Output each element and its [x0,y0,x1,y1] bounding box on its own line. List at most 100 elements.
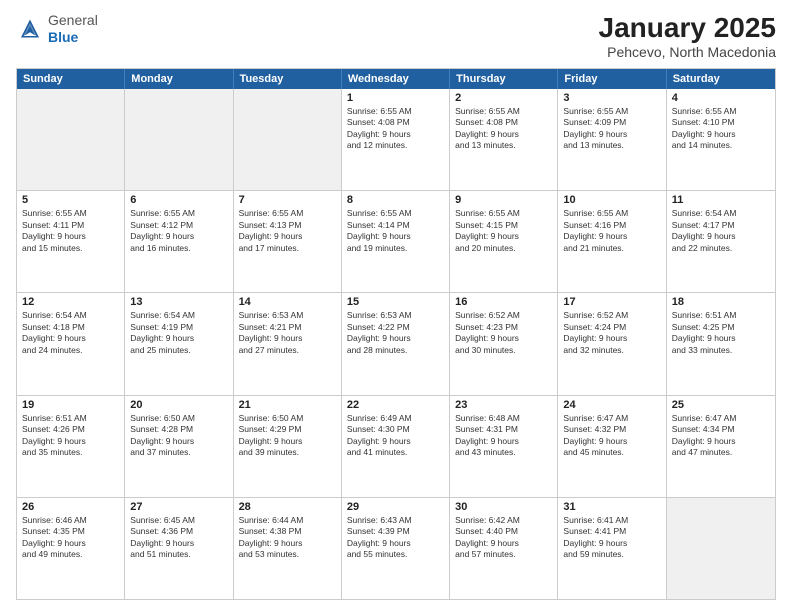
day-info: Sunrise: 6:55 AM Sunset: 4:08 PM Dayligh… [455,106,552,152]
calendar: SundayMondayTuesdayWednesdayThursdayFrid… [16,68,776,600]
calendar-cell: 26 Sunrise: 6:46 AM Sunset: 4:35 PM Dayli… [17,498,125,599]
calendar-day-header: Monday [125,69,233,89]
day-info: Sunrise: 6:55 AM Sunset: 4:10 PM Dayligh… [672,106,770,152]
calendar-cell: 5Sunrise: 6:55 AM Sunset: 4:11 PM Daylig… [17,191,125,292]
day-number: 22 [347,399,444,411]
day-info: Sunrise: 6:44 AM Sunset: 4:38 PM Dayligh… [239,515,336,561]
calendar-cell: 20 Sunrise: 6:50 AM Sunset: 4:28 PM Dayli… [125,396,233,497]
calendar-cell: 23 Sunrise: 6:48 AM Sunset: 4:31 PM Dayli… [450,396,558,497]
calendar-cell: 31Sunrise: 6:41 AM Sunset: 4:41 PM Dayli… [558,498,666,599]
calendar-cell: 1Sunrise: 6:55 AM Sunset: 4:08 PM Daylig… [342,89,450,190]
calendar-week-row: 5Sunrise: 6:55 AM Sunset: 4:11 PM Daylig… [17,191,775,293]
calendar-cell: 4 Sunrise: 6:55 AM Sunset: 4:10 PM Daylig… [667,89,775,190]
day-info: Sunrise: 6:42 AM Sunset: 4:40 PM Dayligh… [455,515,552,561]
logo-text: General Blue [48,12,98,46]
day-number: 13 [130,296,227,308]
day-number: 6 [130,194,227,206]
calendar-day-header: Tuesday [234,69,342,89]
logo: General Blue [16,12,98,46]
day-number: 10 [563,194,660,206]
day-info: Sunrise: 6:53 AM Sunset: 4:22 PM Dayligh… [347,310,444,356]
calendar-day-header: Sunday [17,69,125,89]
calendar-cell: 13 Sunrise: 6:54 AM Sunset: 4:19 PM Dayli… [125,293,233,394]
calendar-day-header: Friday [558,69,666,89]
day-info: Sunrise: 6:51 AM Sunset: 4:25 PM Dayligh… [672,310,770,356]
day-number: 14 [239,296,336,308]
day-info: Sunrise: 6:48 AM Sunset: 4:31 PM Dayligh… [455,413,552,459]
day-number: 9 [455,194,552,206]
calendar-cell: 29 Sunrise: 6:43 AM Sunset: 4:39 PM Dayli… [342,498,450,599]
day-info: Sunrise: 6:46 AM Sunset: 4:35 PM Dayligh… [22,515,119,561]
day-number: 25 [672,399,770,411]
calendar-day-header: Saturday [667,69,775,89]
day-info: Sunrise: 6:49 AM Sunset: 4:30 PM Dayligh… [347,413,444,459]
calendar-cell: 10 Sunrise: 6:55 AM Sunset: 4:16 PM Dayli… [558,191,666,292]
day-info: Sunrise: 6:55 AM Sunset: 4:16 PM Dayligh… [563,208,660,254]
day-number: 29 [347,501,444,513]
page-subtitle: Pehcevo, North Macedonia [599,44,776,60]
calendar-cell: 14 Sunrise: 6:53 AM Sunset: 4:21 PM Dayli… [234,293,342,394]
day-number: 20 [130,399,227,411]
calendar-week-row: 1Sunrise: 6:55 AM Sunset: 4:08 PM Daylig… [17,89,775,191]
calendar-cell-empty [125,89,233,190]
day-number: 18 [672,296,770,308]
day-number: 30 [455,501,552,513]
day-info: Sunrise: 6:55 AM Sunset: 4:09 PM Dayligh… [563,106,660,152]
day-number: 3 [563,92,660,104]
day-number: 8 [347,194,444,206]
calendar-cell: 8Sunrise: 6:55 AM Sunset: 4:14 PM Daylig… [342,191,450,292]
page-title: January 2025 [599,12,776,44]
day-info: Sunrise: 6:43 AM Sunset: 4:39 PM Dayligh… [347,515,444,561]
day-number: 24 [563,399,660,411]
day-number: 31 [563,501,660,513]
day-number: 28 [239,501,336,513]
logo-blue: Blue [48,29,98,46]
day-number: 16 [455,296,552,308]
calendar-day-header: Wednesday [342,69,450,89]
day-info: Sunrise: 6:54 AM Sunset: 4:17 PM Dayligh… [672,208,770,254]
calendar-cell: 7 Sunrise: 6:55 AM Sunset: 4:13 PM Daylig… [234,191,342,292]
day-info: Sunrise: 6:52 AM Sunset: 4:23 PM Dayligh… [455,310,552,356]
day-info: Sunrise: 6:55 AM Sunset: 4:08 PM Dayligh… [347,106,444,152]
day-number: 23 [455,399,552,411]
calendar-cell: 16 Sunrise: 6:52 AM Sunset: 4:23 PM Dayli… [450,293,558,394]
calendar-cell: 12Sunrise: 6:54 AM Sunset: 4:18 PM Dayli… [17,293,125,394]
day-info: Sunrise: 6:53 AM Sunset: 4:21 PM Dayligh… [239,310,336,356]
day-info: Sunrise: 6:52 AM Sunset: 4:24 PM Dayligh… [563,310,660,356]
day-info: Sunrise: 6:54 AM Sunset: 4:18 PM Dayligh… [22,310,119,356]
calendar-body: 1Sunrise: 6:55 AM Sunset: 4:08 PM Daylig… [17,89,775,599]
day-info: Sunrise: 6:47 AM Sunset: 4:34 PM Dayligh… [672,413,770,459]
calendar-cell: 3 Sunrise: 6:55 AM Sunset: 4:09 PM Daylig… [558,89,666,190]
day-number: 4 [672,92,770,104]
logo-general: General [48,12,98,29]
calendar-cell: 25 Sunrise: 6:47 AM Sunset: 4:34 PM Dayli… [667,396,775,497]
day-number: 2 [455,92,552,104]
calendar-cell-empty [667,498,775,599]
day-number: 7 [239,194,336,206]
calendar-cell: 18 Sunrise: 6:51 AM Sunset: 4:25 PM Dayli… [667,293,775,394]
calendar-cell: 21Sunrise: 6:50 AM Sunset: 4:29 PM Dayli… [234,396,342,497]
calendar-header: SundayMondayTuesdayWednesdayThursdayFrid… [17,69,775,89]
calendar-week-row: 12Sunrise: 6:54 AM Sunset: 4:18 PM Dayli… [17,293,775,395]
page: General Blue January 2025 Pehcevo, North… [0,0,792,612]
day-number: 21 [239,399,336,411]
calendar-day-header: Thursday [450,69,558,89]
calendar-cell: 17Sunrise: 6:52 AM Sunset: 4:24 PM Dayli… [558,293,666,394]
day-info: Sunrise: 6:50 AM Sunset: 4:28 PM Dayligh… [130,413,227,459]
day-info: Sunrise: 6:55 AM Sunset: 4:13 PM Dayligh… [239,208,336,254]
calendar-cell: 6Sunrise: 6:55 AM Sunset: 4:12 PM Daylig… [125,191,233,292]
day-info: Sunrise: 6:54 AM Sunset: 4:19 PM Dayligh… [130,310,227,356]
day-info: Sunrise: 6:47 AM Sunset: 4:32 PM Dayligh… [563,413,660,459]
day-info: Sunrise: 6:45 AM Sunset: 4:36 PM Dayligh… [130,515,227,561]
calendar-cell: 22 Sunrise: 6:49 AM Sunset: 4:30 PM Dayli… [342,396,450,497]
title-block: January 2025 Pehcevo, North Macedonia [599,12,776,60]
calendar-cell: 27 Sunrise: 6:45 AM Sunset: 4:36 PM Dayli… [125,498,233,599]
calendar-cell: 28 Sunrise: 6:44 AM Sunset: 4:38 PM Dayli… [234,498,342,599]
calendar-week-row: 26 Sunrise: 6:46 AM Sunset: 4:35 PM Dayli… [17,498,775,599]
calendar-cell: 15Sunrise: 6:53 AM Sunset: 4:22 PM Dayli… [342,293,450,394]
day-number: 19 [22,399,119,411]
day-number: 26 [22,501,119,513]
day-number: 5 [22,194,119,206]
day-number: 27 [130,501,227,513]
calendar-week-row: 19Sunrise: 6:51 AM Sunset: 4:26 PM Dayli… [17,396,775,498]
